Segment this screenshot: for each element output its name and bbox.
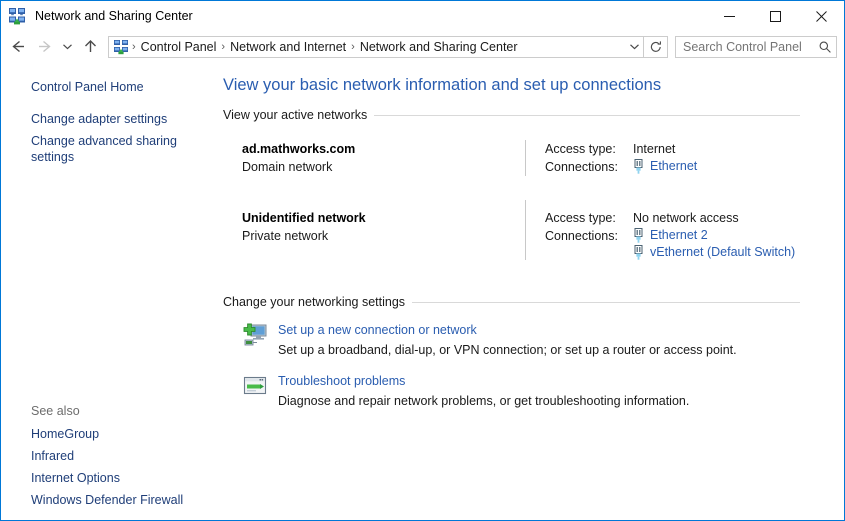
network-type: Domain network [242,158,525,176]
troubleshoot-problems-link[interactable]: Troubleshoot problems [278,372,689,390]
task-text: Set up a new connection or network Set u… [278,321,737,359]
task-text: Troubleshoot problems Diagnose and repai… [278,372,689,410]
maximize-button[interactable] [752,1,798,31]
ethernet-plug-icon [633,159,644,174]
connection-link[interactable]: Ethernet [650,158,697,175]
troubleshoot-problems-description: Diagnose and repair network problems, or… [278,392,689,410]
access-type-row: Access type: Internet [545,140,844,158]
sidebar: Control Panel Home Change adapter settin… [1,62,216,519]
sidebar-item-control-panel-home[interactable]: Control Panel Home [1,76,216,98]
network-type: Private network [242,227,525,245]
change-settings-heading: Change your networking settings [216,295,844,309]
back-arrow-icon [10,38,27,55]
access-type-row: Access type: No network access [545,209,844,227]
active-network-row: ad.mathworks.com Domain network Access t… [216,140,844,176]
ethernet-plug-icon [633,228,644,243]
network-icon [113,39,129,55]
search-box[interactable] [675,36,837,58]
network-and-sharing-center-window: Network and Sharing Center [0,0,845,521]
setup-new-connection-link[interactable]: Set up a new connection or network [278,321,737,339]
connections-list: Ethernet [633,158,697,176]
active-networks-label: View your active networks [223,108,374,122]
connection-item[interactable]: Ethernet 2 [633,227,795,244]
new-connection-icon [242,322,268,348]
sidebar-item-change-advanced-sharing-settings[interactable]: Change advanced sharing settings [1,130,216,168]
maximize-icon [770,11,781,22]
access-type-value: Internet [633,140,675,158]
minimize-icon [724,11,735,22]
breadcrumb-item-network-and-internet[interactable]: Network and Internet [226,39,350,55]
network-identity: Unidentified network Private network [242,209,525,261]
up-button[interactable] [77,34,103,60]
network-name: Unidentified network [242,209,525,227]
task-setup-new-connection[interactable]: Set up a new connection or network Set u… [216,321,844,359]
connection-link[interactable]: vEthernet (Default Switch) [650,244,795,261]
connections-row: Connections: [545,227,844,261]
sidebar-item-windows-defender-firewall[interactable]: Windows Defender Firewall [1,489,216,511]
close-icon [816,11,827,22]
section-divider [412,302,800,303]
vertical-divider [525,140,526,176]
forward-button[interactable] [31,34,57,60]
minimize-button[interactable] [706,1,752,31]
vertical-divider [525,200,526,260]
access-type-label: Access type: [545,209,633,227]
breadcrumb-item-network-and-sharing-center[interactable]: Network and Sharing Center [356,39,522,55]
network-properties: Access type: No network access Connectio… [545,209,844,261]
sidebar-item-homegroup[interactable]: HomeGroup [1,423,216,445]
breadcrumb-item-control-panel[interactable]: Control Panel [137,39,221,55]
setup-new-connection-description: Set up a broadband, dial-up, or VPN conn… [278,341,737,359]
chevron-down-icon [62,41,73,52]
connections-list: Ethernet 2 [633,227,795,261]
ethernet-plug-icon [633,245,644,260]
page-title: View your basic network information and … [216,74,844,96]
window-title: Network and Sharing Center [35,10,193,23]
see-also-section: See also HomeGroup Infrared Internet Opt… [1,401,216,511]
access-type-label: Access type: [545,140,633,158]
connections-row: Connections: [545,158,844,176]
refresh-icon [649,40,663,54]
access-type-value: No network access [633,209,739,227]
connection-item[interactable]: vEthernet (Default Switch) [633,244,795,261]
network-properties: Access type: Internet Connections: [545,140,844,176]
active-network-row: Unidentified network Private network Acc… [216,209,844,261]
connections-label: Connections: [545,227,633,261]
task-troubleshoot-problems[interactable]: Troubleshoot problems Diagnose and repai… [216,372,844,410]
sidebar-gap [1,98,216,108]
breadcrumb-bar[interactable]: › Control Panel › Network and Internet ›… [108,36,644,58]
title-bar: Network and Sharing Center [1,1,844,31]
content-area: Control Panel Home Change adapter settin… [1,62,844,519]
breadcrumb-dropdown-button[interactable] [625,41,643,52]
connection-item[interactable]: Ethernet [633,158,697,175]
forward-arrow-icon [36,38,53,55]
section-divider [374,115,800,116]
refresh-button[interactable] [644,36,668,58]
main-pane: View your basic network information and … [216,62,844,519]
chevron-down-icon [629,41,640,52]
up-arrow-icon [82,38,99,55]
close-button[interactable] [798,1,844,31]
search-icon[interactable] [814,40,836,54]
network-name: ad.mathworks.com [242,140,525,158]
breadcrumb: › Control Panel › Network and Internet ›… [131,39,625,55]
see-also-title: See also [1,401,216,423]
network-icon [8,7,26,25]
active-networks-heading: View your active networks [216,108,844,122]
change-settings-label: Change your networking settings [223,295,412,309]
troubleshoot-icon [242,373,268,399]
connections-label: Connections: [545,158,633,176]
address-bar: › Control Panel › Network and Internet ›… [1,31,844,62]
search-input[interactable] [676,40,814,54]
sidebar-item-infrared[interactable]: Infrared [1,445,216,467]
sidebar-item-internet-options[interactable]: Internet Options [1,467,216,489]
back-button[interactable] [5,34,31,60]
recent-locations-button[interactable] [57,34,77,60]
sidebar-item-change-adapter-settings[interactable]: Change adapter settings [1,108,216,130]
connection-link[interactable]: Ethernet 2 [650,227,708,244]
network-identity: ad.mathworks.com Domain network [242,140,525,176]
window-controls [706,1,844,31]
